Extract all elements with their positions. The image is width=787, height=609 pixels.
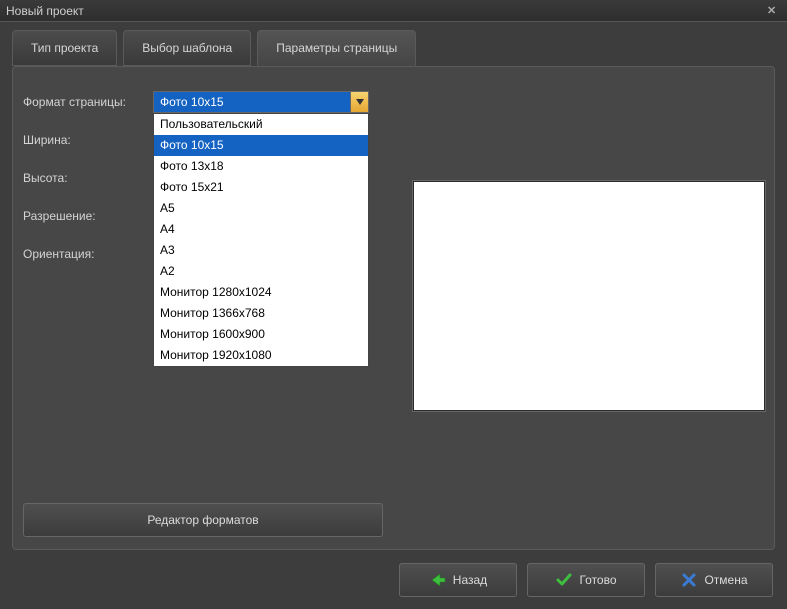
button-label: Отмена <box>704 573 747 587</box>
dropdown-option[interactable]: A5 <box>154 198 368 219</box>
height-label: Высота: <box>23 171 153 185</box>
tab-strip: Тип проекта Выбор шаблона Параметры стра… <box>0 22 787 66</box>
chevron-down-icon <box>356 99 364 105</box>
dropdown-option[interactable]: Монитор 1280x1024 <box>154 282 368 303</box>
tab-project-type[interactable]: Тип проекта <box>12 30 117 66</box>
orientation-label: Ориентация: <box>23 247 153 261</box>
dropdown-option[interactable]: A3 <box>154 240 368 261</box>
dropdown-option[interactable]: A4 <box>154 219 368 240</box>
tab-label: Параметры страницы <box>276 41 397 55</box>
dropdown-option[interactable]: Монитор 1366x768 <box>154 303 368 324</box>
cancel-button[interactable]: Отмена <box>655 563 773 597</box>
tab-template[interactable]: Выбор шаблона <box>123 30 251 66</box>
page-format-label: Формат страницы: <box>23 95 153 109</box>
dropdown-option[interactable]: Фото 10x15 <box>154 135 368 156</box>
title-bar: Новый проект ✕ <box>0 0 787 22</box>
dropdown-option[interactable]: Монитор 1600x900 <box>154 324 368 345</box>
tab-label: Выбор шаблона <box>142 41 232 55</box>
close-icon[interactable]: ✕ <box>767 4 781 18</box>
button-label: Назад <box>453 573 487 587</box>
x-icon <box>680 571 698 589</box>
width-label: Ширина: <box>23 133 153 147</box>
dropdown-option[interactable]: Монитор 1920x1080 <box>154 345 368 366</box>
check-icon <box>555 571 573 589</box>
window-title: Новый проект <box>6 4 767 18</box>
back-button[interactable]: Назад <box>399 563 517 597</box>
page-format-combo[interactable]: Фото 10x15 <box>153 91 369 113</box>
content-panel: Формат страницы: Фото 10x15 Пользователь… <box>12 66 775 550</box>
tab-label: Тип проекта <box>31 41 98 55</box>
done-button[interactable]: Готово <box>527 563 645 597</box>
resolution-label: Разрешение: <box>23 209 153 223</box>
page-format-value: Фото 10x15 <box>154 95 350 109</box>
dropdown-option[interactable]: A2 <box>154 261 368 282</box>
dropdown-option[interactable]: Фото 15x21 <box>154 177 368 198</box>
format-editor-button[interactable]: Редактор форматов <box>23 503 383 537</box>
page-preview <box>413 181 765 411</box>
button-label: Готово <box>579 573 616 587</box>
footer-buttons: Назад Готово Отмена <box>399 563 773 597</box>
dropdown-button[interactable] <box>350 92 368 112</box>
tab-page-params[interactable]: Параметры страницы <box>257 30 416 66</box>
button-label: Редактор форматов <box>147 513 258 527</box>
form-area: Формат страницы: Фото 10x15 Пользователь… <box>23 91 383 281</box>
page-format-dropdown[interactable]: ПользовательскийФото 10x15Фото 13x18Фото… <box>153 113 369 367</box>
arrow-left-icon <box>429 571 447 589</box>
dropdown-option[interactable]: Фото 13x18 <box>154 156 368 177</box>
dropdown-option[interactable]: Пользовательский <box>154 114 368 135</box>
